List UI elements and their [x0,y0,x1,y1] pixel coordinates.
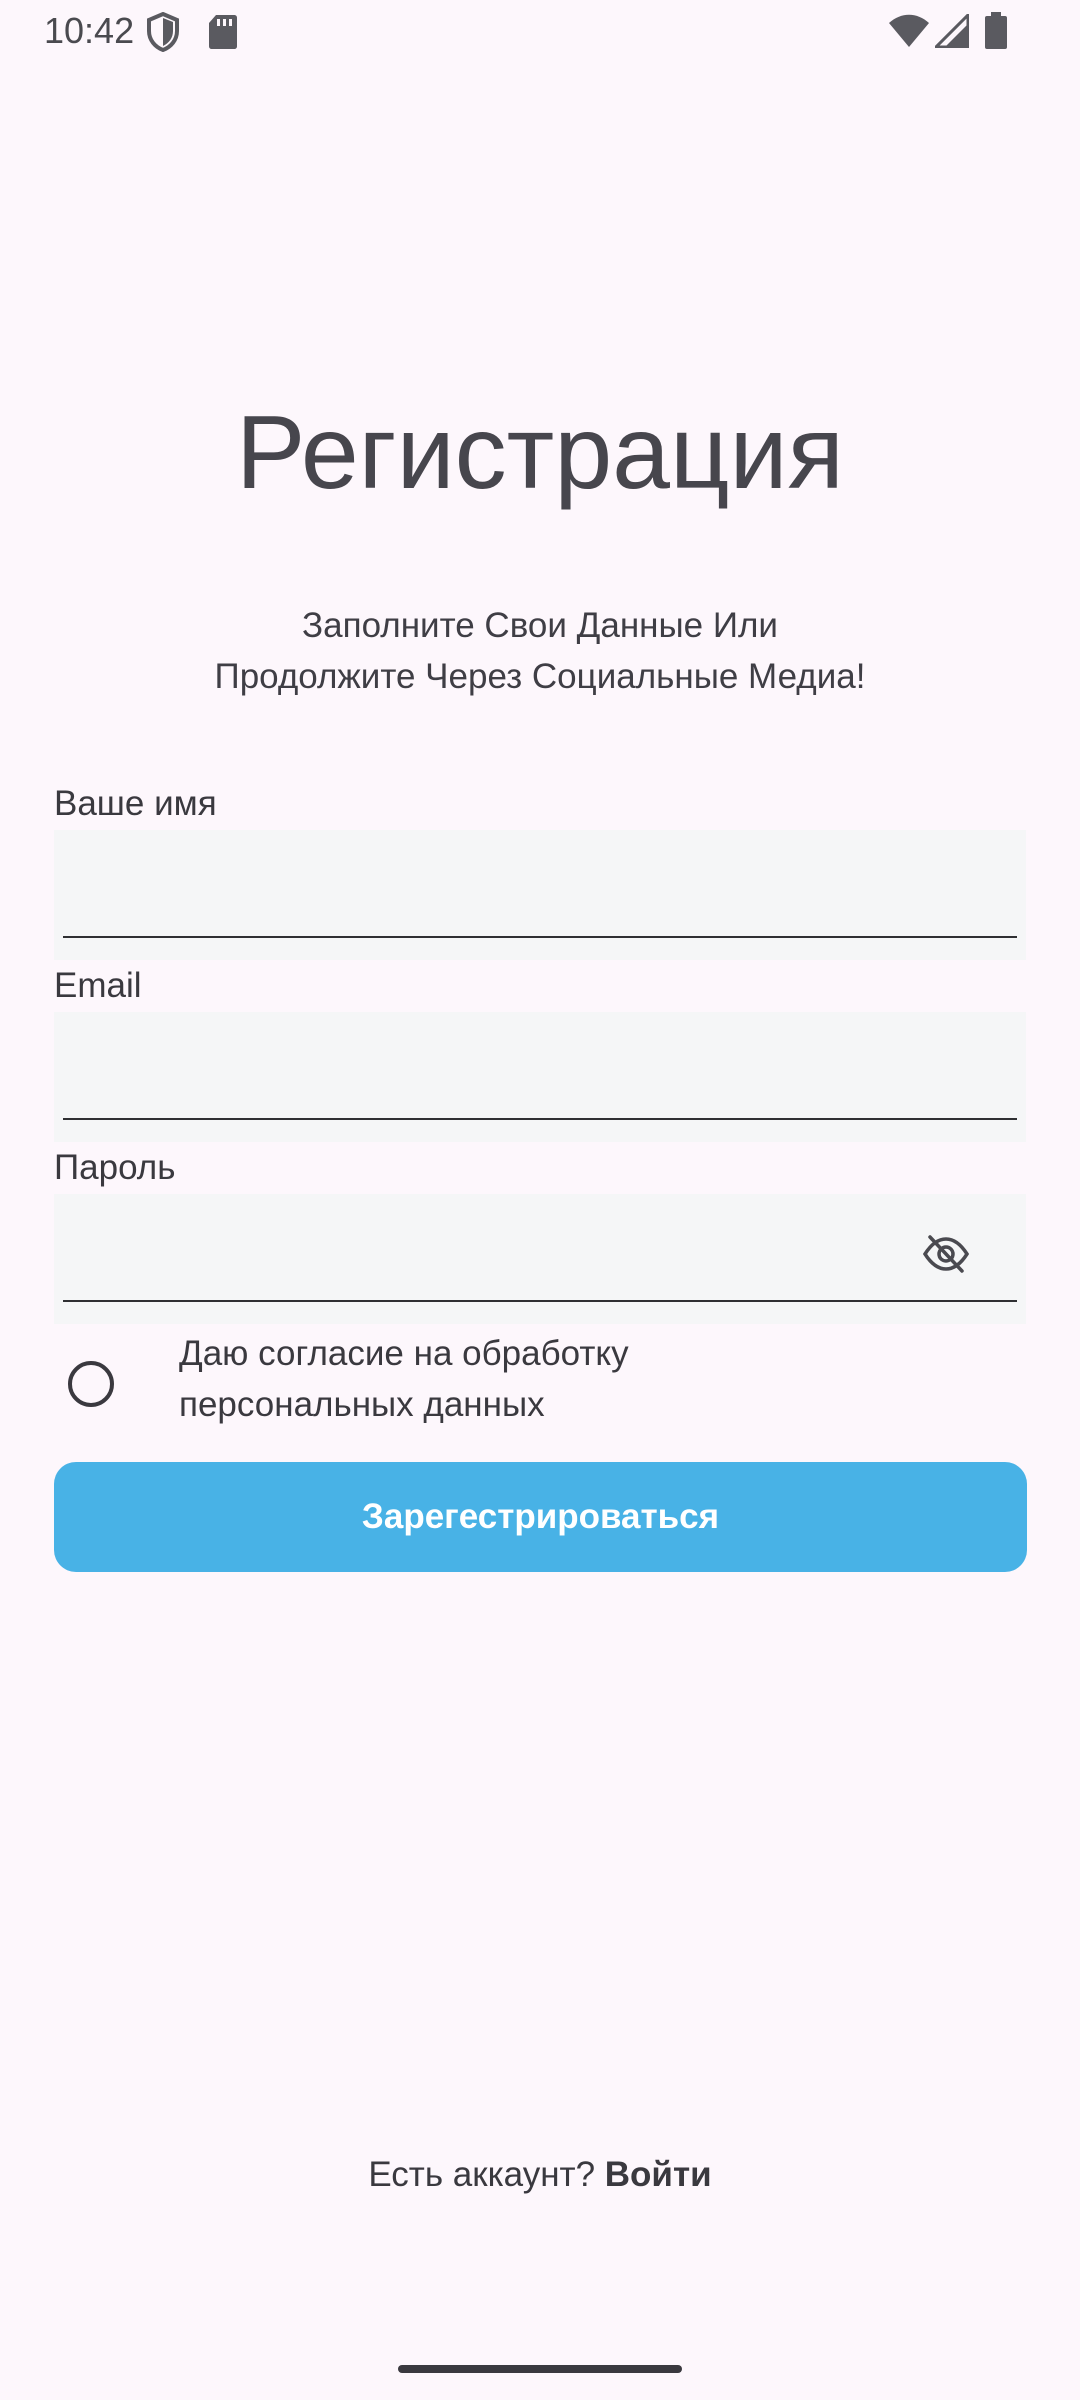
login-link[interactable]: Войти [605,2155,712,2194]
name-input[interactable] [74,850,938,932]
page-subtitle: Заполните Свои Данные Или Продолжите Чер… [0,600,1080,702]
home-indicator[interactable] [398,2365,682,2373]
name-field-container [54,830,1026,960]
consent-line-1: Даю согласие на обработку [179,1334,629,1373]
password-field-container [54,1194,1026,1324]
consent-radio[interactable] [68,1361,114,1407]
login-prompt: Есть аккаунт? Войти [0,2155,1080,2195]
status-time: 10:42 [44,10,135,51]
battery-icon [984,12,1008,55]
password-input[interactable] [74,1214,938,1296]
consent-label: Даю согласие на обработку персональных д… [179,1328,939,1430]
page-title: Регистрация [236,395,844,511]
email-input[interactable] [74,1032,938,1114]
name-field-underline [63,936,1017,938]
name-label: Ваше имя [54,784,217,823]
login-prompt-text: Есть аккаунт? [368,2155,605,2194]
email-label: Email [54,966,142,1005]
shield-icon [146,11,180,57]
eye-off-icon[interactable] [922,1234,970,1279]
email-field-container [54,1012,1026,1142]
password-field-underline [63,1300,1017,1302]
signal-icon [932,11,970,53]
register-button[interactable]: Зарегестрироваться [54,1462,1027,1572]
wifi-icon [888,14,930,53]
consent-line-2: персональных данных [179,1385,545,1424]
subtitle-line-2: Продолжите Через Социальные Медиа! [214,657,866,696]
status-bar: 10:42 [0,0,1080,64]
email-field-underline [63,1118,1017,1120]
sdcard-icon [208,14,238,55]
password-label: Пароль [54,1148,176,1187]
subtitle-line-1: Заполните Свои Данные Или [302,606,778,645]
